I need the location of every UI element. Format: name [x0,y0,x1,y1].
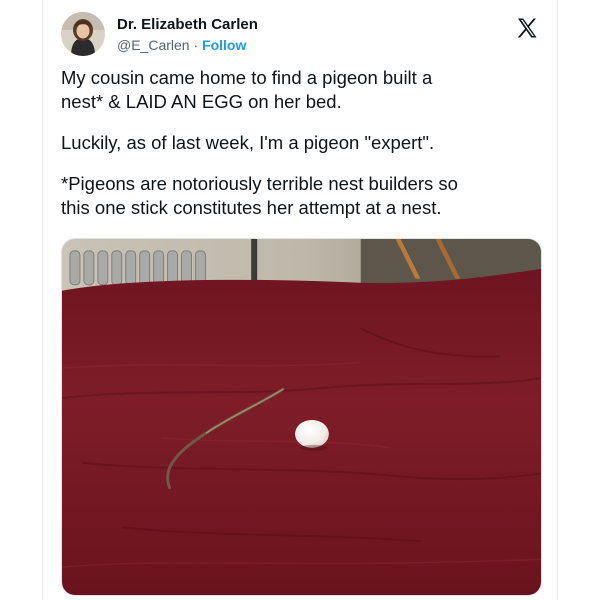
tweet-paragraph: Luckily, as of last week, I'm a pigeon "… [61,132,435,153]
author-subline: @E_Carlen · Follow [117,36,258,54]
photo-bed-with-egg [62,239,541,595]
tweet-card: Dr. Elizabeth Carlen @E_Carlen · Follow … [42,0,558,600]
author-block: Dr. Elizabeth Carlen @E_Carlen · Follow [117,16,258,54]
handle-separator: · [189,37,203,53]
author-handle[interactable]: @E_Carlen [117,37,190,53]
author-display-name[interactable]: Dr. Elizabeth Carlen [117,16,258,34]
follow-button[interactable]: Follow [202,37,246,53]
tweet-header: Dr. Elizabeth Carlen @E_Carlen · Follow [61,12,539,60]
avatar-photo [61,12,105,56]
tweet-paragraph: *Pigeons are notoriously terrible nest b… [61,173,458,218]
avatar[interactable] [61,12,105,56]
x-logo-icon[interactable] [515,16,539,40]
tweet-photo[interactable] [61,238,542,596]
tweet-paragraph: My cousin came home to find a pigeon bui… [61,67,433,112]
tweet-text: My cousin came home to find a pigeon bui… [61,66,541,237]
